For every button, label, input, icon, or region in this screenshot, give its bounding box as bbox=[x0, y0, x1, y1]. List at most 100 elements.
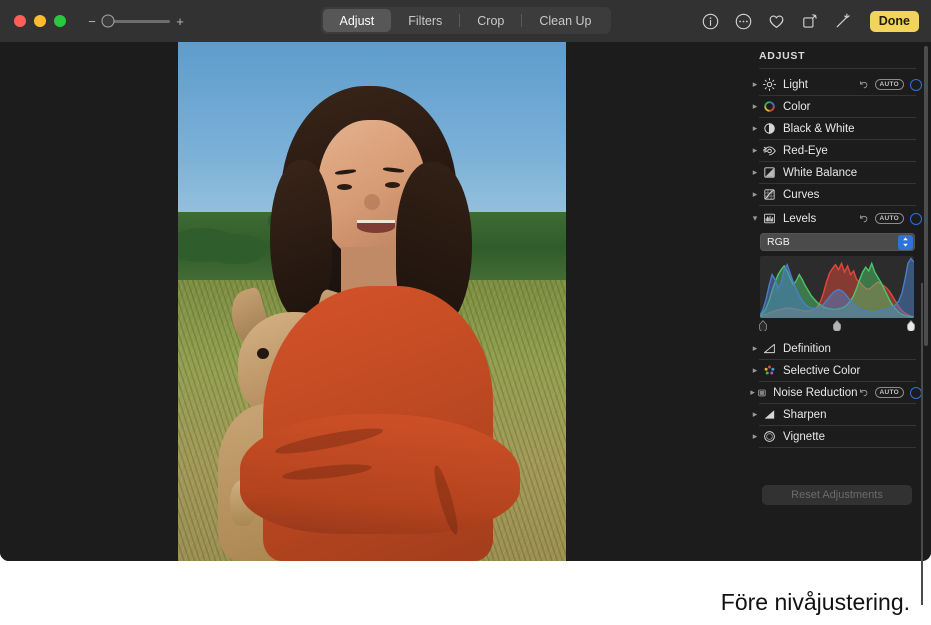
tab-clean-up[interactable]: Clean Up bbox=[522, 9, 608, 32]
reset-adjustments-button[interactable]: Reset Adjustments bbox=[762, 485, 912, 505]
minimize-window-button[interactable] bbox=[34, 15, 46, 27]
callout-line bbox=[921, 283, 923, 605]
sidebar-item-red-eye[interactable]: ▸ Red-Eye bbox=[744, 140, 931, 161]
close-window-button[interactable] bbox=[14, 15, 26, 27]
chevron-right-icon[interactable]: ▸ bbox=[748, 146, 762, 155]
mode-tabs: Adjust Filters Crop Clean Up bbox=[321, 7, 611, 34]
enable-toggle[interactable] bbox=[910, 213, 922, 225]
levels-histogram[interactable] bbox=[760, 256, 914, 318]
photo-eye bbox=[385, 182, 400, 188]
sidebar-item-label: Light bbox=[783, 79, 808, 91]
chevron-right-icon[interactable]: ▸ bbox=[748, 168, 762, 177]
histogram-plot bbox=[760, 256, 914, 318]
levels-slider-track[interactable] bbox=[760, 318, 914, 330]
sidebar-item-label: Definition bbox=[783, 343, 831, 355]
chevron-right-icon[interactable]: ▸ bbox=[748, 388, 757, 397]
row-controls: AUTO bbox=[858, 79, 923, 91]
sharpen-triangle-icon bbox=[762, 407, 777, 422]
sidebar-item-label: Selective Color bbox=[783, 365, 860, 377]
sidebar-item-label: Sharpen bbox=[783, 409, 826, 421]
revert-icon[interactable] bbox=[858, 213, 869, 224]
triangle-gradient-icon bbox=[762, 341, 777, 356]
sidebar-item-label: Vignette bbox=[783, 431, 825, 443]
eye-slash-icon bbox=[762, 143, 777, 158]
sidebar-item-selective-color[interactable]: ▸ Selective Color bbox=[744, 360, 931, 381]
chevron-right-icon[interactable]: ▸ bbox=[748, 344, 762, 353]
sidebar-item-label: Color bbox=[783, 101, 810, 113]
sidebar-item-label: Curves bbox=[783, 189, 819, 201]
sidebar-item-label: Black & White bbox=[783, 123, 855, 135]
more-options-icon[interactable] bbox=[734, 12, 753, 31]
zoom-slider-track[interactable] bbox=[102, 20, 170, 23]
sidebar-item-label: Red-Eye bbox=[783, 145, 828, 157]
toolbar-actions: Done bbox=[701, 0, 919, 42]
levels-black-point-handle[interactable] bbox=[759, 318, 768, 329]
sidebar-title: ADJUST bbox=[759, 50, 805, 62]
sidebar-item-noise-reduction[interactable]: ▸ Noise Reduction AUTO bbox=[744, 382, 931, 403]
sidebar-scrollbar[interactable] bbox=[924, 46, 928, 346]
sidebar-item-sharpen[interactable]: ▸ Sharpen bbox=[744, 404, 931, 425]
auto-badge[interactable]: AUTO bbox=[875, 213, 905, 224]
levels-midpoint-handle[interactable] bbox=[833, 318, 842, 329]
photo-eye bbox=[337, 184, 352, 190]
rotate-icon[interactable] bbox=[800, 12, 819, 31]
revert-icon[interactable] bbox=[858, 79, 869, 90]
noise-square-icon bbox=[757, 385, 767, 400]
color-wheel-icon bbox=[762, 99, 777, 114]
sidebar-item-vignette[interactable]: ▸ Vignette bbox=[744, 426, 931, 447]
zoom-slider[interactable]: − + bbox=[88, 15, 184, 28]
row-controls: AUTO bbox=[858, 387, 923, 399]
sidebar-item-label: Noise Reduction bbox=[773, 387, 857, 399]
tab-adjust[interactable]: Adjust bbox=[323, 9, 392, 32]
favorite-heart-icon[interactable] bbox=[767, 12, 786, 31]
photo-dog-eye bbox=[257, 348, 269, 359]
sidebar-item-light[interactable]: ▸ Light AUTO bbox=[744, 74, 931, 95]
zoom-in-icon[interactable]: + bbox=[176, 15, 184, 28]
chevron-right-icon[interactable]: ▸ bbox=[748, 190, 762, 199]
zoom-out-icon[interactable]: − bbox=[88, 15, 96, 28]
photo-canvas bbox=[0, 42, 744, 561]
revert-icon[interactable] bbox=[858, 387, 869, 398]
auto-badge[interactable]: AUTO bbox=[875, 79, 905, 90]
levels-channel-select[interactable]: RGB bbox=[760, 233, 915, 251]
info-icon[interactable] bbox=[701, 12, 720, 31]
maximize-window-button[interactable] bbox=[54, 15, 66, 27]
done-button[interactable]: Done bbox=[870, 11, 919, 32]
sidebar-item-label: White Balance bbox=[783, 167, 857, 179]
color-dots-icon bbox=[762, 363, 777, 378]
levels-icon bbox=[762, 211, 777, 226]
chevron-right-icon[interactable]: ▸ bbox=[748, 80, 762, 89]
enable-toggle[interactable] bbox=[910, 79, 922, 91]
figure-caption: Före nivåjustering. bbox=[0, 585, 914, 619]
sun-icon bbox=[762, 77, 777, 92]
magic-wand-icon[interactable] bbox=[833, 12, 852, 31]
sidebar-item-curves[interactable]: ▸ Curves bbox=[744, 184, 931, 205]
chevron-down-icon[interactable]: ▾ bbox=[748, 214, 762, 223]
tab-filters[interactable]: Filters bbox=[391, 9, 459, 32]
sidebar-item-definition[interactable]: ▸ Definition bbox=[744, 338, 931, 359]
curves-grid-icon bbox=[762, 187, 777, 202]
edited-photo[interactable] bbox=[178, 42, 566, 561]
sidebar-item-levels[interactable]: ▾ Levels AUTO bbox=[744, 208, 931, 229]
chevron-right-icon[interactable]: ▸ bbox=[748, 410, 762, 419]
auto-badge[interactable]: AUTO bbox=[875, 387, 905, 398]
row-divider bbox=[759, 205, 916, 206]
sidebar-item-white-balance[interactable]: ▸ White Balance bbox=[744, 162, 931, 183]
chevron-right-icon[interactable]: ▸ bbox=[748, 432, 762, 441]
split-square-icon bbox=[762, 165, 777, 180]
zoom-slider-knob[interactable] bbox=[102, 15, 115, 28]
window-controls bbox=[14, 15, 66, 27]
chevron-right-icon[interactable]: ▸ bbox=[748, 124, 762, 133]
levels-white-point-handle[interactable] bbox=[907, 318, 916, 329]
chevron-updown-icon[interactable] bbox=[898, 235, 913, 250]
photo-nose bbox=[364, 194, 380, 210]
photo-smile bbox=[357, 220, 395, 233]
levels-channel-value: RGB bbox=[767, 236, 790, 248]
sidebar-item-color[interactable]: ▸ Color bbox=[744, 96, 931, 117]
tab-crop[interactable]: Crop bbox=[460, 9, 521, 32]
chevron-right-icon[interactable]: ▸ bbox=[748, 366, 762, 375]
sidebar-item-black-and-white[interactable]: ▸ Black & White bbox=[744, 118, 931, 139]
vignette-ring-icon bbox=[762, 429, 777, 444]
chevron-right-icon[interactable]: ▸ bbox=[748, 102, 762, 111]
row-controls: AUTO bbox=[858, 213, 923, 225]
